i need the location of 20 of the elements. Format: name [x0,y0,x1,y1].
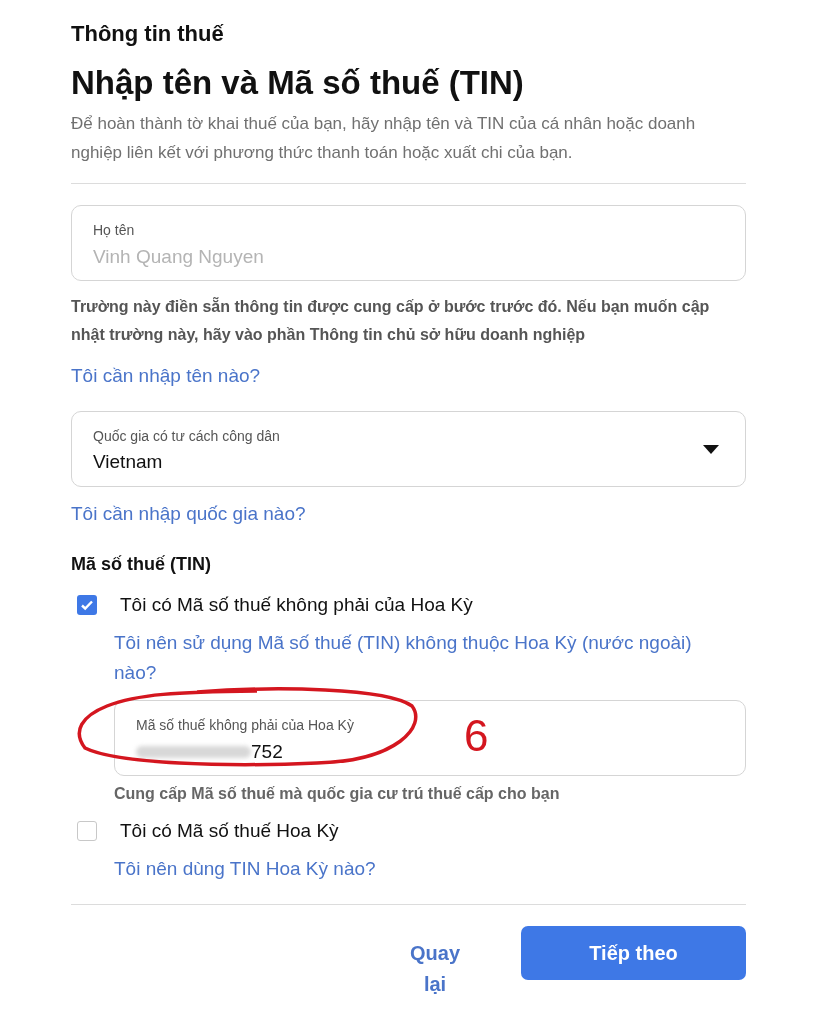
description: Để hoàn thành tờ khai thuế của bạn, hãy nhập tên và TIN của cá nhân hoặc doanh nghiệp liên kết với phương thức thanh toán hoặc xuất chi của bạn. [71,113,697,164]
checkbox-label: Tôi có Mã số thuế Hoa Kỳ [120,819,339,843]
country-select[interactable]: Quốc gia có tư cách công dân Vietnam [71,411,746,487]
annotation-number: 6 [464,712,489,760]
check-icon [80,598,94,612]
help-text: Trường này điền sẵn thông tin được cung cấp ở bước trước đó. Nếu bạn muốn cập nhật trường này, hãy vào phần Thông tin chủ sở hữu doanh nghiệp [71,296,711,345]
checkbox[interactable] [77,821,97,841]
next-button[interactable]: Tiếp theo [521,926,746,980]
help-link[interactable]: Tôi nên dùng TIN Hoa Kỳ nào? [114,854,376,884]
page-title: Nhập tên và Mã số thuế (TIN) [71,63,525,103]
help-link[interactable]: Tôi cần nhập tên nào? [71,361,261,391]
help-text: Cung cấp Mã số thuế mà quốc gia cư trú thuế cấp cho bạn [114,784,561,804]
checkbox-label: Tôi có Mã số thuế không phải của Hoa Kỳ [120,593,473,617]
checkbox[interactable] [77,595,97,615]
caret-icon [703,445,719,454]
back-button[interactable]: Quay lại [405,938,465,1000]
section-title: Thông tin thuế [71,20,225,48]
section-heading: Mã số thuế (TIN) [71,553,212,576]
help-link[interactable]: Tôi nên sử dụng Mã số thuế (TIN) không thuộc Hoa Kỳ (nước ngoài) nào? [114,628,724,688]
help-link[interactable]: Tôi cần nhập quốc gia nào? [71,499,306,529]
